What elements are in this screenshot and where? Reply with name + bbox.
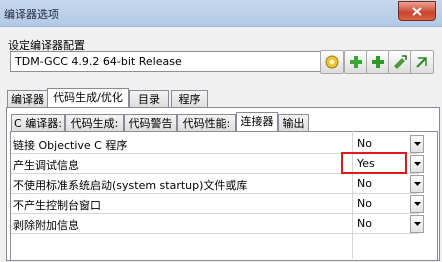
delete-button[interactable] (410, 50, 434, 74)
compiler-set-select[interactable]: TDM-GCC 4.9.2 64-bit Release (10, 51, 337, 72)
option-row-nostartup[interactable]: 不使用标准系统启动(system startup)文件或库 No (11, 174, 419, 194)
window-title: 编译器选项 (4, 8, 59, 21)
tab-c-compiler[interactable]: C 编译器: (11, 114, 65, 131)
option-row-strip[interactable]: 剥除附加信息 No (11, 214, 419, 234)
add-button[interactable] (344, 50, 368, 74)
tab-codegen-optimization[interactable]: 代码生成/优化 (47, 88, 129, 107)
highlight-box (341, 152, 407, 174)
option-value[interactable]: No (357, 217, 372, 230)
delete-icon (416, 57, 427, 68)
option-label: 产生调试信息 (13, 159, 79, 172)
tab-linker[interactable]: 连接器 (236, 112, 278, 131)
tab-code-profiling[interactable]: 代码性能: (177, 114, 236, 131)
tab-code-generation[interactable]: 代码生成: (65, 114, 124, 131)
add-alt-icon (372, 56, 384, 68)
compiler-set-value: TDM-GCC 4.9.2 64-bit Release (15, 55, 182, 68)
rename-icon (394, 55, 407, 69)
close-button[interactable] (398, 1, 436, 21)
close-icon (412, 6, 422, 16)
option-label: 不使用标准系统启动(system startup)文件或库 (13, 179, 248, 192)
option-label: 链接 Objective C 程序 (13, 139, 128, 152)
chevron-down-icon[interactable] (410, 135, 424, 153)
option-row-objc[interactable]: 链接 Objective C 程序 No (11, 134, 419, 154)
title-bar: 编译器选项 (0, 0, 442, 27)
option-value[interactable]: No (357, 197, 372, 210)
chevron-down-icon[interactable] (410, 215, 424, 233)
chevron-down-icon[interactable] (410, 155, 424, 173)
add-icon (350, 56, 362, 68)
option-value[interactable]: No (357, 177, 372, 190)
option-value[interactable]: No (357, 137, 372, 150)
tab-compiler[interactable]: 编译器 (7, 90, 48, 107)
star-cog-button[interactable] (320, 50, 344, 74)
option-row-noconsole[interactable]: 不产生控制台窗口 No (11, 194, 419, 214)
star-cog-icon (325, 55, 339, 69)
tab-directories[interactable]: 目录 (129, 90, 169, 107)
chevron-down-icon[interactable] (410, 175, 424, 193)
chevron-down-icon[interactable] (410, 195, 424, 213)
tab-code-warnings[interactable]: 代码警告 (124, 114, 177, 131)
rename-button[interactable] (388, 50, 412, 74)
add-alt-button[interactable] (366, 50, 390, 74)
option-label: 剥除附加信息 (13, 219, 79, 232)
tab-programs[interactable]: 程序 (171, 90, 208, 107)
option-label: 不产生控制台窗口 (13, 199, 101, 212)
tab-output[interactable]: 输出 (278, 114, 309, 131)
